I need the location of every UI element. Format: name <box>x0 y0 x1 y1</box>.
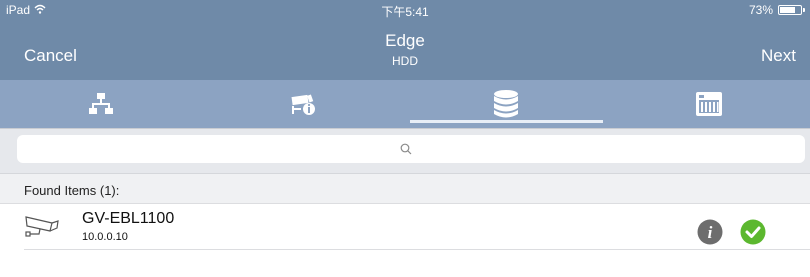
info-icon[interactable]: i <box>697 219 723 250</box>
camera-icon <box>24 214 64 243</box>
device-name: GV-EBL1100 <box>82 210 175 227</box>
network-icon <box>89 93 114 115</box>
tab-camera-info[interactable] <box>203 80 406 128</box>
wifi-icon <box>34 3 46 17</box>
camera-info-icon <box>290 92 318 116</box>
tab-device[interactable] <box>608 80 810 128</box>
device-ip: 10.0.0.10 <box>82 231 128 243</box>
found-items-title: Found Items (1): <box>24 183 120 198</box>
svg-text:i: i <box>708 223 713 242</box>
list-item[interactable]: GV-EBL1100 10.0.0.10 i <box>0 204 810 250</box>
device-grid-icon <box>695 91 723 117</box>
navigation-bar: Cancel Edge HDD Next <box>0 20 810 80</box>
empty-list-area <box>0 250 810 277</box>
check-icon <box>740 219 766 250</box>
next-button[interactable]: Next <box>761 46 796 66</box>
database-icon <box>493 90 519 118</box>
page-subtitle: HDD <box>392 54 418 68</box>
status-left: iPad <box>6 3 46 17</box>
status-time: 下午5:41 <box>381 5 429 19</box>
device-label: iPad <box>6 3 31 17</box>
status-bar: iPad 下午5:41 73% <box>0 0 810 20</box>
status-right: 73% <box>748 3 805 17</box>
tab-network[interactable] <box>0 80 203 128</box>
section-header: Found Items (1): <box>0 174 810 204</box>
tab-storage[interactable] <box>405 80 608 128</box>
tab-bar <box>0 80 810 128</box>
search-input[interactable] <box>17 135 805 163</box>
battery-icon <box>778 5 805 15</box>
search-area <box>0 128 810 174</box>
battery-percent: 73% <box>748 3 773 17</box>
page-title: Edge <box>385 31 425 50</box>
